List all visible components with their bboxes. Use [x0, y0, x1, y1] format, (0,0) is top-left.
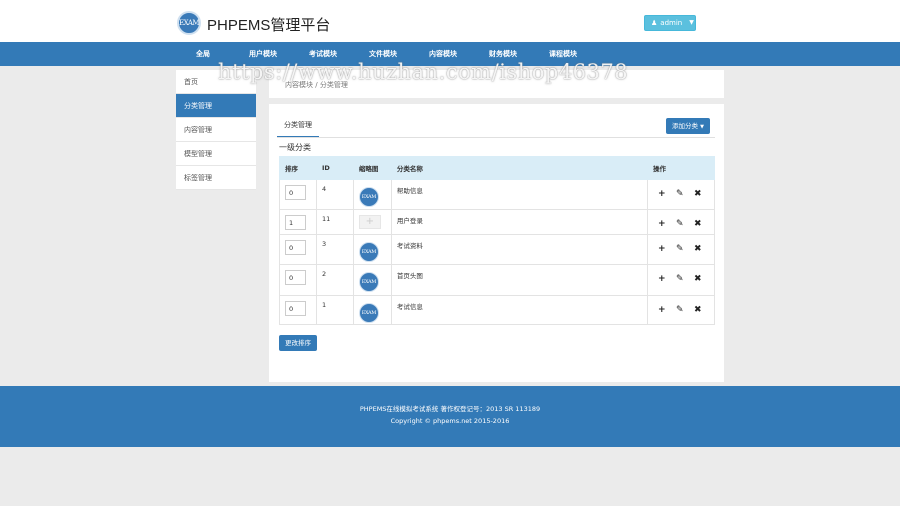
user-menu-button[interactable]: ♟ admin ▼: [644, 15, 696, 31]
top-header: EXAM PHPEMS管理平台 ♟ admin ▼: [0, 0, 900, 42]
table-row: 11 + 用户登录 + ✎ ✖: [279, 209, 715, 235]
id-cell: 3: [315, 234, 354, 265]
exam-logo-icon: EXAM: [358, 303, 379, 323]
order-cell: [279, 234, 317, 265]
plus-icon[interactable]: +: [658, 244, 666, 254]
watermark-text: https://www.huzhan.com/ishop46378: [218, 60, 629, 84]
save-order-button[interactable]: 更改排序: [279, 335, 317, 351]
col-order: 排序: [279, 156, 317, 180]
actions-cell: + ✎ ✖: [647, 264, 715, 296]
name-cell: 用户登录: [390, 209, 649, 235]
table-row: 1 EXAM 考试信息 + ✎ ✖: [279, 295, 715, 325]
exam-logo-icon: EXAM: [177, 11, 201, 35]
edit-icon[interactable]: ✎: [676, 189, 684, 199]
table-row: 2 EXAM 首页头图 + ✎ ✖: [279, 264, 715, 296]
id-cell: 1: [315, 295, 354, 325]
name-cell: 首页头图: [390, 264, 649, 296]
order-cell: [279, 179, 317, 210]
name-cell: 考试信息: [390, 295, 649, 325]
delete-icon[interactable]: ✖: [694, 305, 702, 315]
user-icon: ♟: [651, 19, 658, 27]
add-category-button[interactable]: 添加分类 ▼: [666, 118, 710, 134]
order-input[interactable]: [285, 301, 306, 316]
order-cell: [279, 209, 317, 235]
footer-copyright-registration: PHPEMS在线模拟考试系统 著作权登记号：2013 SR 113189: [359, 405, 541, 413]
col-thumbnail: 缩略图: [352, 156, 392, 180]
nav-item-global[interactable]: 全局: [196, 42, 210, 66]
brand-title: PHPEMS管理平台: [207, 17, 331, 34]
id-cell: 11: [315, 209, 354, 235]
exam-logo-icon: EXAM: [358, 242, 379, 262]
edit-icon[interactable]: ✎: [676, 305, 684, 315]
footer: PHPEMS在线模拟考试系统 著作权登记号：2013 SR 113189 Cop…: [0, 386, 900, 447]
table-row: 4 EXAM 帮助信息 + ✎ ✖: [279, 179, 715, 210]
thumbnail-cell: EXAM: [352, 234, 392, 265]
table-row: 3 EXAM 考试资料 + ✎ ✖: [279, 234, 715, 265]
order-input[interactable]: [285, 215, 306, 230]
order-cell: [279, 295, 317, 325]
delete-icon[interactable]: ✖: [694, 244, 702, 254]
edit-icon[interactable]: ✎: [676, 244, 684, 254]
col-id: ID: [315, 156, 354, 180]
name-cell: 考试资料: [390, 234, 649, 265]
col-actions: 操作: [647, 156, 715, 180]
delete-icon[interactable]: ✖: [694, 274, 702, 284]
thumbnail-cell: +: [352, 209, 392, 235]
thumbnail-cell: EXAM: [352, 264, 392, 296]
actions-cell: + ✎ ✖: [647, 295, 715, 325]
id-cell: 4: [315, 179, 354, 210]
plus-icon[interactable]: +: [658, 274, 666, 284]
col-name: 分类名称: [390, 156, 649, 180]
plus-icon[interactable]: +: [658, 305, 666, 315]
order-input[interactable]: [285, 270, 306, 285]
sidebar: 首页 分类管理 内容管理 模型管理 标签管理: [176, 70, 256, 190]
section-title: 一级分类: [279, 143, 311, 152]
exam-logo-icon: EXAM: [358, 187, 379, 207]
order-input[interactable]: [285, 240, 306, 255]
image-placeholder-icon: +: [358, 215, 381, 229]
thumbnail-cell: EXAM: [352, 179, 392, 210]
user-menu-label: admin: [660, 19, 683, 27]
actions-cell: + ✎ ✖: [647, 234, 715, 265]
thumbnail-cell: EXAM: [352, 295, 392, 325]
exam-logo-icon: EXAM: [358, 272, 379, 292]
sidebar-item-model[interactable]: 模型管理: [176, 142, 256, 166]
delete-icon[interactable]: ✖: [694, 219, 702, 229]
table-header-row: 排序 ID 缩略图 分类名称 操作: [279, 156, 715, 180]
delete-icon[interactable]: ✖: [694, 189, 702, 199]
footer-copyright: Copyright © phpems.net 2015-2016: [390, 417, 510, 425]
name-cell: 帮助信息: [390, 179, 649, 210]
actions-cell: + ✎ ✖: [647, 179, 715, 210]
caret-down-icon: ▼: [689, 19, 694, 26]
edit-icon[interactable]: ✎: [676, 274, 684, 284]
edit-icon[interactable]: ✎: [676, 219, 684, 229]
actions-cell: + ✎ ✖: [647, 209, 715, 235]
id-cell: 2: [315, 264, 354, 296]
category-panel: 分类管理 添加分类 ▼ 一级分类 排序 ID 缩略图 分类名称 操作 4 EXA…: [269, 104, 724, 382]
order-input[interactable]: [285, 185, 306, 200]
sidebar-item-content[interactable]: 内容管理: [176, 118, 256, 142]
order-cell: [279, 264, 317, 296]
tab-divider: [277, 137, 715, 138]
tab-category-manage[interactable]: 分类管理: [277, 118, 319, 138]
sidebar-item-category[interactable]: 分类管理: [176, 94, 256, 118]
caret-down-icon: ▼: [700, 124, 704, 130]
add-category-label: 添加分类: [672, 122, 699, 130]
plus-icon[interactable]: +: [658, 219, 666, 229]
plus-icon[interactable]: +: [658, 189, 666, 199]
category-table: 排序 ID 缩略图 分类名称 操作 4 EXAM 帮助信息 + ✎ ✖ 11 + 用…: [279, 156, 715, 325]
sidebar-item-tags[interactable]: 标签管理: [176, 166, 256, 190]
